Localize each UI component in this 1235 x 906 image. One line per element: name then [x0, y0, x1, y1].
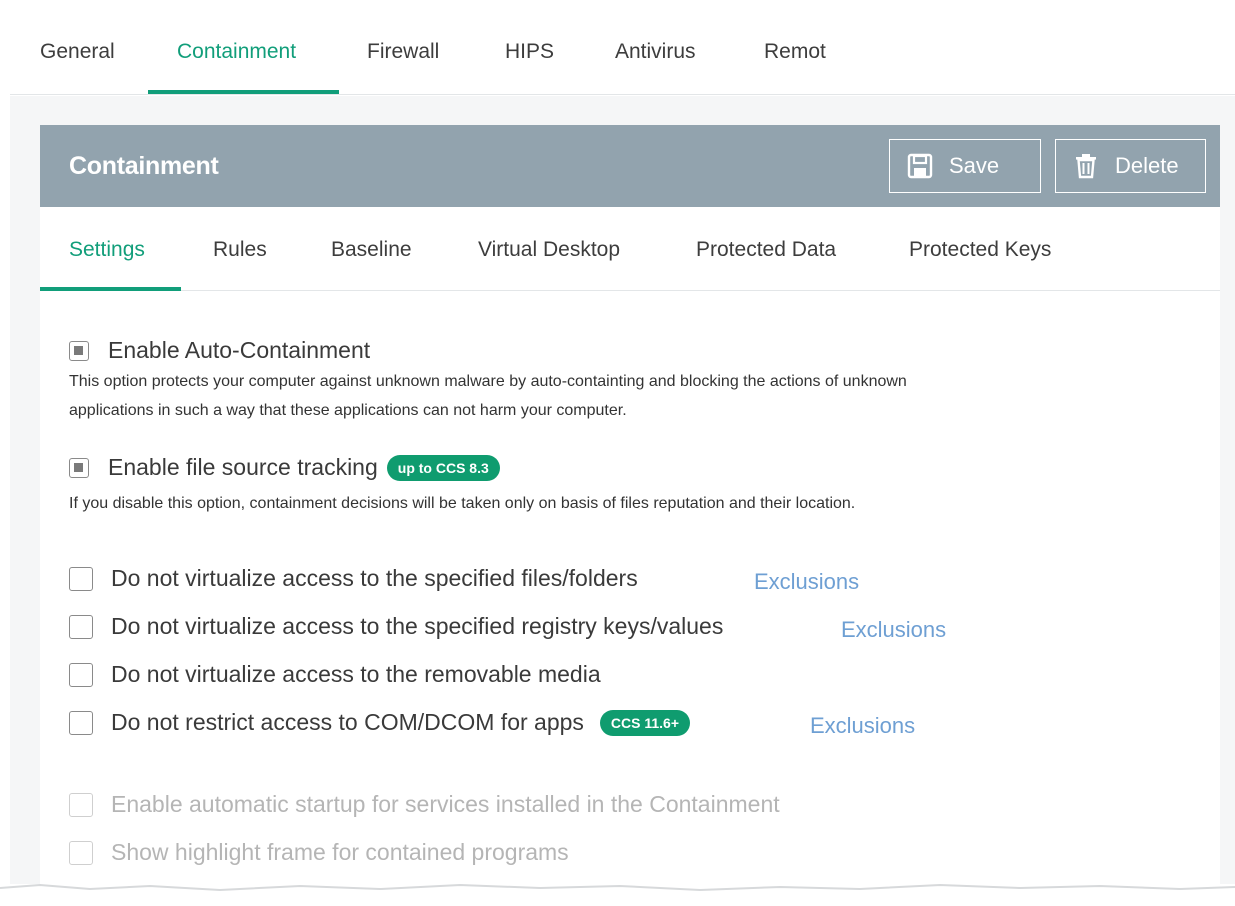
tab-protected-data[interactable]: Protected Data [696, 238, 836, 262]
trash-can-icon [1076, 154, 1096, 179]
tab-antivirus[interactable]: Antivirus [615, 40, 696, 64]
file-source-tracking-checkbox[interactable] [69, 457, 89, 478]
auto-containment-description: This option protects your computer again… [69, 367, 907, 425]
tab-virtual-desktop[interactable]: Virtual Desktop [478, 238, 620, 262]
tab-settings[interactable]: Settings [69, 238, 145, 262]
auto-containment-checkbox[interactable] [69, 340, 89, 361]
option-com-dcom: Do not restrict access to COM/DCOM for a… [69, 709, 691, 736]
settings-form: Enable Auto-Containment This option prot… [40, 291, 1220, 885]
option-label: Do not restrict access to COM/DCOM for a… [111, 709, 584, 735]
active-tab-indicator [148, 90, 339, 94]
highlight-frame-checkbox[interactable] [69, 840, 93, 865]
tab-baseline[interactable]: Baseline [331, 238, 412, 262]
automatic-startup-checkbox[interactable] [69, 792, 93, 817]
tab-containment[interactable]: Containment [177, 40, 296, 64]
option-label: Show highlight frame for contained progr… [111, 839, 569, 865]
registry-keys-checkbox[interactable] [69, 614, 93, 639]
option-automatic-startup: Enable automatic startup for services in… [69, 791, 780, 818]
registry-keys-exclusions-link[interactable]: Exclusions [841, 617, 946, 643]
removable-media-checkbox[interactable] [69, 662, 93, 687]
description-line: This option protects your computer again… [69, 373, 907, 390]
version-badge: CCS 11.6+ [599, 709, 691, 736]
floppy-disk-icon [907, 153, 933, 179]
torn-edge [0, 884, 1235, 906]
option-label: Enable automatic startup for services in… [111, 791, 780, 817]
tab-firewall[interactable]: Firewall [367, 40, 439, 64]
files-folders-exclusions-link[interactable]: Exclusions [754, 569, 859, 595]
option-label: Do not virtualize access to the removabl… [111, 661, 601, 687]
option-registry-keys: Do not virtualize access to the specifie… [69, 613, 723, 640]
tab-rules[interactable]: Rules [213, 238, 267, 262]
file-source-tracking-label: Enable file source tracking [108, 454, 378, 480]
tab-hips[interactable]: HIPS [505, 40, 554, 64]
delete-button-label: Delete [1115, 153, 1179, 178]
description-line: applications in such a way that these ap… [69, 402, 627, 419]
option-label: Do not virtualize access to the specifie… [111, 565, 638, 591]
option-highlight-frame: Show highlight frame for contained progr… [69, 839, 569, 866]
tab-general[interactable]: General [40, 40, 115, 64]
com-dcom-exclusions-link[interactable]: Exclusions [810, 713, 915, 739]
file-source-tracking-option: Enable file source tracking up to CCS 8.… [69, 454, 500, 481]
auto-containment-label: Enable Auto-Containment [108, 337, 371, 363]
com-dcom-checkbox[interactable] [69, 710, 93, 735]
save-button[interactable]: Save [889, 139, 1041, 193]
delete-button[interactable]: Delete [1055, 139, 1206, 193]
panel-title: Containment [69, 152, 219, 180]
tab-remote[interactable]: Remot [764, 40, 837, 64]
files-folders-checkbox[interactable] [69, 566, 93, 591]
file-source-tracking-description: If you disable this option, containment … [69, 495, 856, 512]
panel-header: Containment Save Delete [40, 125, 1220, 207]
version-badge: up to CCS 8.3 [386, 454, 500, 481]
sub-tab-bar: Settings Rules Baseline Virtual Desktop … [40, 207, 1220, 291]
tab-protected-keys[interactable]: Protected Keys [909, 238, 1051, 262]
option-label: Do not virtualize access to the specifie… [111, 613, 724, 639]
save-button-label: Save [949, 153, 1000, 178]
top-tab-bar: General Containment Firewall HIPS Antivi… [10, 8, 1235, 95]
option-removable-media: Do not virtualize access to the removabl… [69, 661, 601, 688]
auto-containment-option: Enable Auto-Containment [69, 337, 370, 364]
option-files-folders: Do not virtualize access to the specifie… [69, 565, 638, 592]
containment-panel: Containment Save Delete Settings Rules B… [40, 125, 1220, 885]
